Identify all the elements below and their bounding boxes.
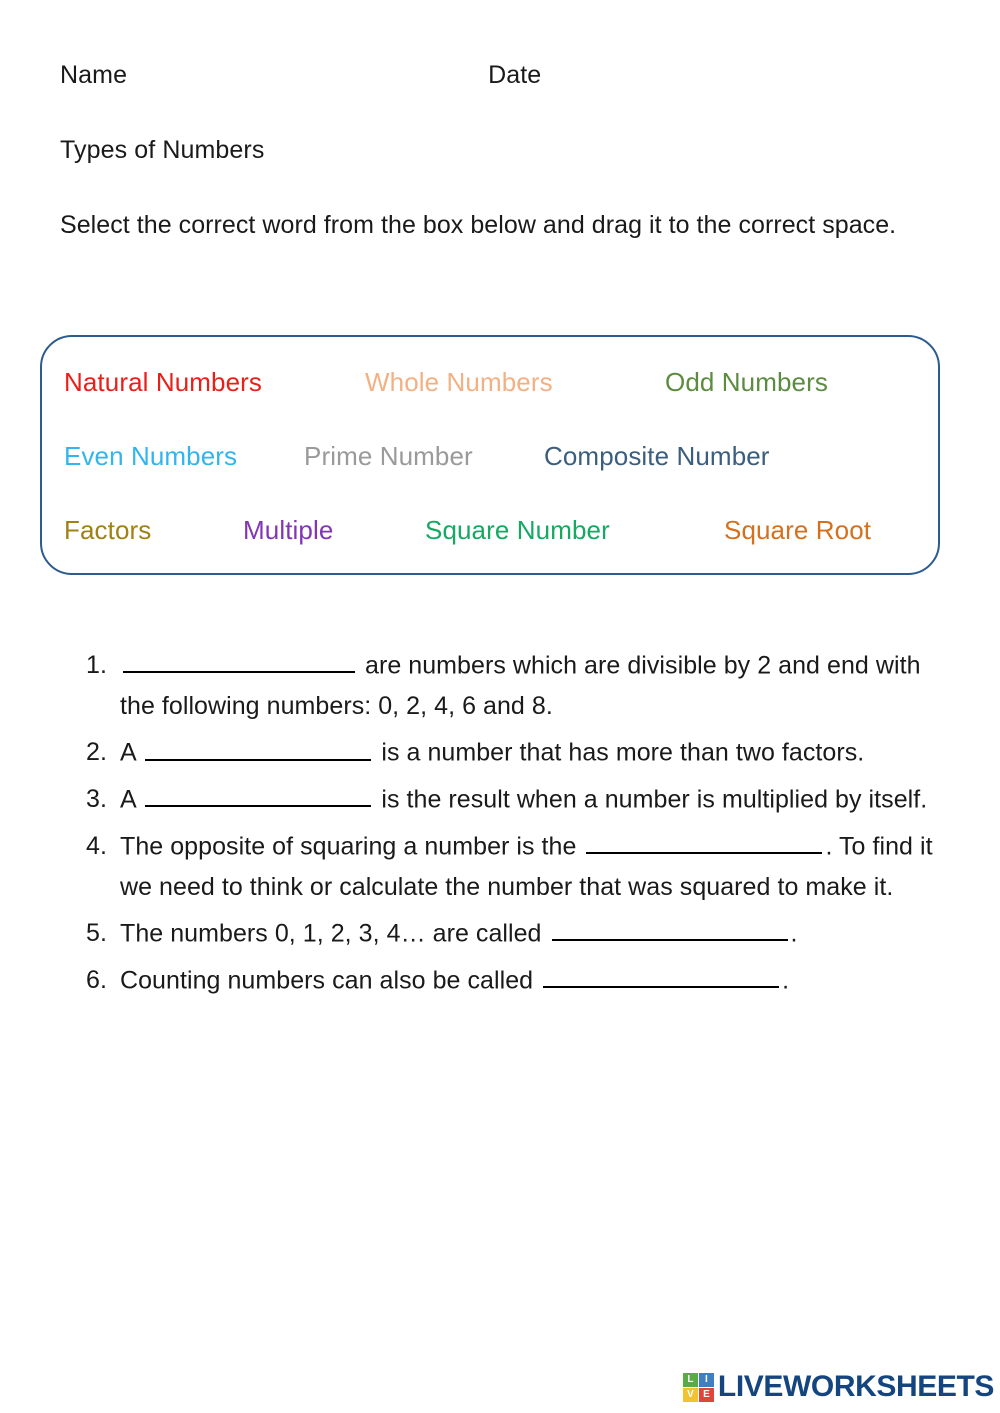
question-text: are numbers which are divisible by 2 and… [120, 645, 946, 726]
word-bank-items: Natural Numbers Whole Numbers Odd Numbers E… [42, 337, 938, 573]
answer-blank[interactable] [145, 779, 372, 808]
question-text-fragment: is a number that has more than two facto… [374, 738, 865, 767]
question-text: The numbers 0, 1, 2, 3, 4… are called . [120, 913, 946, 954]
date-label: Date [488, 61, 542, 89]
question-item: 3. A is the result when a number is multi… [86, 779, 946, 820]
logo-tile-e-icon: E [698, 1387, 714, 1402]
question-text-fragment: A [120, 738, 143, 767]
question-text-fragment: . [782, 966, 790, 994]
question-item: 2. A is a number that has more than two f… [86, 732, 946, 773]
question-text-fragment: . [790, 919, 798, 948]
question-text-fragment: is the result when a number is multiplie… [374, 785, 928, 814]
word-bank-item[interactable]: Natural Numbers [64, 359, 262, 405]
question-text-fragment: The opposite of squaring a number is the [120, 832, 584, 860]
logo-tiles-icon: LIVE [682, 1372, 714, 1402]
page-title: Types of Numbers [60, 136, 265, 164]
question-text-fragment: Counting numbers can also be called [120, 966, 541, 994]
logo-wordmark: LIVEWORKSHEETS [717, 1370, 994, 1403]
word-bank-item[interactable]: Odd Numbers [665, 359, 828, 405]
logo-tile-v-icon: V [682, 1387, 698, 1402]
answer-blank[interactable] [145, 732, 372, 761]
word-bank-item[interactable]: Multiple [243, 507, 333, 553]
word-bank-item[interactable]: Factors [64, 507, 151, 553]
word-bank-item[interactable]: Square Root [724, 507, 871, 553]
question-number: 5. [86, 919, 107, 947]
word-bank-item[interactable]: Even Numbers [64, 433, 237, 479]
instruction-text: Select the correct word from the box bel… [60, 211, 897, 239]
word-bank-item[interactable]: Whole Numbers [365, 359, 553, 405]
answer-blank[interactable] [551, 913, 788, 942]
question-item: 6. Counting numbers can also be called . [86, 960, 946, 1001]
question-item: 5. The numbers 0, 1, 2, 3, 4… are called … [86, 913, 946, 954]
question-text-fragment: A [120, 785, 143, 814]
question-text-fragment: The numbers 0, 1, 2, 3, 4… are called [120, 919, 549, 948]
answer-blank[interactable] [543, 960, 780, 988]
question-number: 2. [86, 738, 107, 767]
word-bank-item[interactable]: Composite Number [544, 433, 770, 479]
question-text: A is a number that has more than two fac… [120, 732, 946, 773]
question-item: 1. are numbers which are divisible by 2 … [86, 645, 946, 726]
question-number: 3. [86, 785, 107, 813]
liveworksheets-logo: LIVE LIVEWORKSHEETS [682, 1367, 994, 1407]
question-text: A is the result when a number is multipl… [120, 779, 946, 820]
question-text: Counting numbers can also be called . [120, 960, 946, 1001]
word-bank-item[interactable]: Square Number [425, 507, 610, 553]
worksheet-page: Name Date Types of Numbers Select the co… [0, 0, 1000, 1413]
question-number: 1. [86, 651, 107, 679]
question-number: 4. [86, 831, 107, 860]
header-fields: Name Date [60, 60, 940, 90]
name-label: Name [60, 61, 128, 89]
logo-tile-l-icon: L [682, 1372, 698, 1387]
logo-tile-i-icon: I [698, 1372, 714, 1387]
word-bank-box: Natural Numbers Whole Numbers Odd Numbers E… [40, 335, 940, 575]
answer-blank[interactable] [123, 645, 355, 674]
answer-blank[interactable] [586, 826, 823, 854]
word-bank-item[interactable]: Prime Number [304, 433, 473, 479]
question-list: 1. are numbers which are divisible by 2 … [86, 645, 946, 1001]
question-number: 6. [86, 965, 107, 994]
question-text: The opposite of squaring a number is the… [120, 826, 946, 907]
question-item: 4. The opposite of squaring a number is t… [86, 826, 946, 907]
